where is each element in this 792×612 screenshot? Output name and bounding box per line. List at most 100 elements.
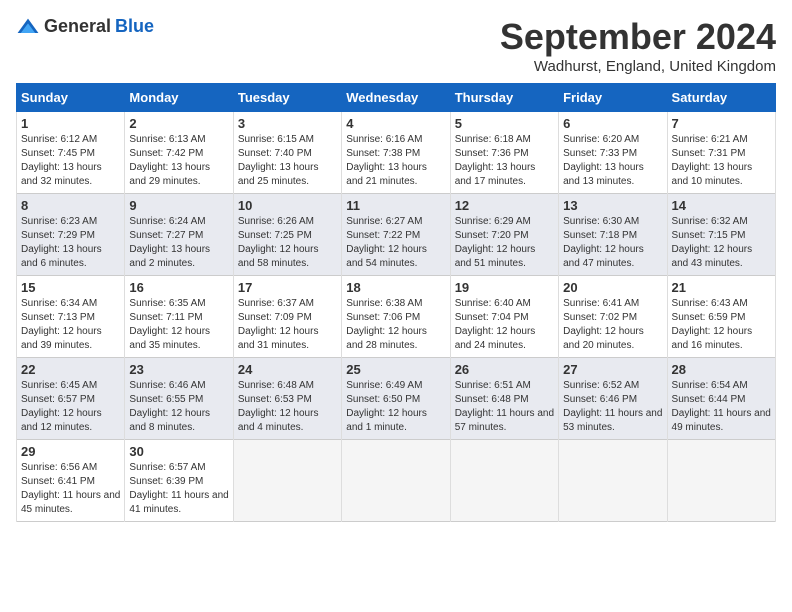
day-number: 28 [672, 362, 771, 377]
day-detail: Sunrise: 6:32 AMSunset: 7:15 PMDaylight:… [672, 216, 753, 269]
calendar-cell: 5 Sunrise: 6:18 AMSunset: 7:36 PMDayligh… [450, 112, 558, 194]
day-number: 13 [563, 198, 662, 213]
day-detail: Sunrise: 6:45 AMSunset: 6:57 PMDaylight:… [21, 380, 102, 433]
day-number: 8 [21, 198, 120, 213]
day-number: 30 [129, 444, 228, 459]
day-detail: Sunrise: 6:26 AMSunset: 7:25 PMDaylight:… [238, 216, 319, 269]
calendar-cell: 2 Sunrise: 6:13 AMSunset: 7:42 PMDayligh… [125, 112, 233, 194]
day-detail: Sunrise: 6:41 AMSunset: 7:02 PMDaylight:… [563, 298, 644, 351]
calendar-cell: 18 Sunrise: 6:38 AMSunset: 7:06 PMDaylig… [342, 276, 450, 358]
calendar-cell: 28 Sunrise: 6:54 AMSunset: 6:44 PMDaylig… [667, 358, 775, 440]
header-friday: Friday [559, 84, 667, 112]
day-number: 12 [455, 198, 554, 213]
day-number: 5 [455, 116, 554, 131]
day-number: 21 [672, 280, 771, 295]
day-number: 14 [672, 198, 771, 213]
calendar-cell: 30 Sunrise: 6:57 AMSunset: 6:39 PMDaylig… [125, 440, 233, 522]
day-detail: Sunrise: 6:24 AMSunset: 7:27 PMDaylight:… [129, 216, 210, 269]
day-number: 1 [21, 116, 120, 131]
day-detail: Sunrise: 6:51 AMSunset: 6:48 PMDaylight:… [455, 380, 554, 433]
header-sunday: Sunday [17, 84, 125, 112]
calendar-header-row: SundayMondayTuesdayWednesdayThursdayFrid… [17, 84, 776, 112]
day-number: 9 [129, 198, 228, 213]
location: Wadhurst, England, United Kingdom [500, 58, 776, 75]
calendar-cell [233, 440, 341, 522]
day-detail: Sunrise: 6:23 AMSunset: 7:29 PMDaylight:… [21, 216, 102, 269]
header-thursday: Thursday [450, 84, 558, 112]
calendar-cell [559, 440, 667, 522]
calendar-cell: 21 Sunrise: 6:43 AMSunset: 6:59 PMDaylig… [667, 276, 775, 358]
day-number: 6 [563, 116, 662, 131]
day-detail: Sunrise: 6:21 AMSunset: 7:31 PMDaylight:… [672, 134, 753, 187]
week-row-1: 8 Sunrise: 6:23 AMSunset: 7:29 PMDayligh… [17, 194, 776, 276]
calendar-cell: 3 Sunrise: 6:15 AMSunset: 7:40 PMDayligh… [233, 112, 341, 194]
day-number: 18 [346, 280, 445, 295]
header-wednesday: Wednesday [342, 84, 450, 112]
day-detail: Sunrise: 6:27 AMSunset: 7:22 PMDaylight:… [346, 216, 427, 269]
calendar-cell: 1 Sunrise: 6:12 AMSunset: 7:45 PMDayligh… [17, 112, 125, 194]
day-detail: Sunrise: 6:52 AMSunset: 6:46 PMDaylight:… [563, 380, 662, 433]
logo-general: General [44, 16, 111, 37]
calendar-cell: 12 Sunrise: 6:29 AMSunset: 7:20 PMDaylig… [450, 194, 558, 276]
day-number: 11 [346, 198, 445, 213]
calendar-cell: 22 Sunrise: 6:45 AMSunset: 6:57 PMDaylig… [17, 358, 125, 440]
day-detail: Sunrise: 6:54 AMSunset: 6:44 PMDaylight:… [672, 380, 771, 433]
day-detail: Sunrise: 6:38 AMSunset: 7:06 PMDaylight:… [346, 298, 427, 351]
calendar-cell: 27 Sunrise: 6:52 AMSunset: 6:46 PMDaylig… [559, 358, 667, 440]
title-area: September 2024 Wadhurst, England, United… [500, 16, 776, 75]
month-title: September 2024 [500, 16, 776, 58]
calendar-cell: 17 Sunrise: 6:37 AMSunset: 7:09 PMDaylig… [233, 276, 341, 358]
calendar-cell: 20 Sunrise: 6:41 AMSunset: 7:02 PMDaylig… [559, 276, 667, 358]
day-detail: Sunrise: 6:37 AMSunset: 7:09 PMDaylight:… [238, 298, 319, 351]
day-number: 19 [455, 280, 554, 295]
calendar-cell: 25 Sunrise: 6:49 AMSunset: 6:50 PMDaylig… [342, 358, 450, 440]
calendar-cell: 24 Sunrise: 6:48 AMSunset: 6:53 PMDaylig… [233, 358, 341, 440]
day-number: 20 [563, 280, 662, 295]
day-number: 29 [21, 444, 120, 459]
week-row-4: 29 Sunrise: 6:56 AMSunset: 6:41 PMDaylig… [17, 440, 776, 522]
calendar-cell: 16 Sunrise: 6:35 AMSunset: 7:11 PMDaylig… [125, 276, 233, 358]
calendar-cell: 19 Sunrise: 6:40 AMSunset: 7:04 PMDaylig… [450, 276, 558, 358]
calendar-table: SundayMondayTuesdayWednesdayThursdayFrid… [16, 83, 776, 522]
calendar-cell: 9 Sunrise: 6:24 AMSunset: 7:27 PMDayligh… [125, 194, 233, 276]
day-number: 27 [563, 362, 662, 377]
page-header: General Blue September 2024 Wadhurst, En… [16, 16, 776, 75]
calendar-cell: 13 Sunrise: 6:30 AMSunset: 7:18 PMDaylig… [559, 194, 667, 276]
calendar-cell [667, 440, 775, 522]
week-row-3: 22 Sunrise: 6:45 AMSunset: 6:57 PMDaylig… [17, 358, 776, 440]
day-detail: Sunrise: 6:13 AMSunset: 7:42 PMDaylight:… [129, 134, 210, 187]
calendar-cell [450, 440, 558, 522]
calendar-cell: 29 Sunrise: 6:56 AMSunset: 6:41 PMDaylig… [17, 440, 125, 522]
calendar-cell: 7 Sunrise: 6:21 AMSunset: 7:31 PMDayligh… [667, 112, 775, 194]
header-tuesday: Tuesday [233, 84, 341, 112]
day-number: 2 [129, 116, 228, 131]
day-detail: Sunrise: 6:49 AMSunset: 6:50 PMDaylight:… [346, 380, 427, 433]
logo-blue: Blue [115, 16, 154, 37]
day-detail: Sunrise: 6:34 AMSunset: 7:13 PMDaylight:… [21, 298, 102, 351]
calendar-cell [342, 440, 450, 522]
day-detail: Sunrise: 6:29 AMSunset: 7:20 PMDaylight:… [455, 216, 536, 269]
day-number: 17 [238, 280, 337, 295]
calendar-cell: 26 Sunrise: 6:51 AMSunset: 6:48 PMDaylig… [450, 358, 558, 440]
calendar-cell: 6 Sunrise: 6:20 AMSunset: 7:33 PMDayligh… [559, 112, 667, 194]
day-number: 3 [238, 116, 337, 131]
day-detail: Sunrise: 6:56 AMSunset: 6:41 PMDaylight:… [21, 462, 120, 515]
calendar-cell: 15 Sunrise: 6:34 AMSunset: 7:13 PMDaylig… [17, 276, 125, 358]
day-detail: Sunrise: 6:16 AMSunset: 7:38 PMDaylight:… [346, 134, 427, 187]
logo: General Blue [16, 16, 154, 37]
calendar-cell: 14 Sunrise: 6:32 AMSunset: 7:15 PMDaylig… [667, 194, 775, 276]
header-saturday: Saturday [667, 84, 775, 112]
day-detail: Sunrise: 6:57 AMSunset: 6:39 PMDaylight:… [129, 462, 228, 515]
day-number: 4 [346, 116, 445, 131]
header-monday: Monday [125, 84, 233, 112]
day-detail: Sunrise: 6:30 AMSunset: 7:18 PMDaylight:… [563, 216, 644, 269]
day-number: 15 [21, 280, 120, 295]
calendar-cell: 23 Sunrise: 6:46 AMSunset: 6:55 PMDaylig… [125, 358, 233, 440]
day-number: 16 [129, 280, 228, 295]
day-detail: Sunrise: 6:20 AMSunset: 7:33 PMDaylight:… [563, 134, 644, 187]
calendar-cell: 4 Sunrise: 6:16 AMSunset: 7:38 PMDayligh… [342, 112, 450, 194]
day-number: 22 [21, 362, 120, 377]
calendar-body: 1 Sunrise: 6:12 AMSunset: 7:45 PMDayligh… [17, 112, 776, 522]
day-detail: Sunrise: 6:12 AMSunset: 7:45 PMDaylight:… [21, 134, 102, 187]
calendar-cell: 10 Sunrise: 6:26 AMSunset: 7:25 PMDaylig… [233, 194, 341, 276]
